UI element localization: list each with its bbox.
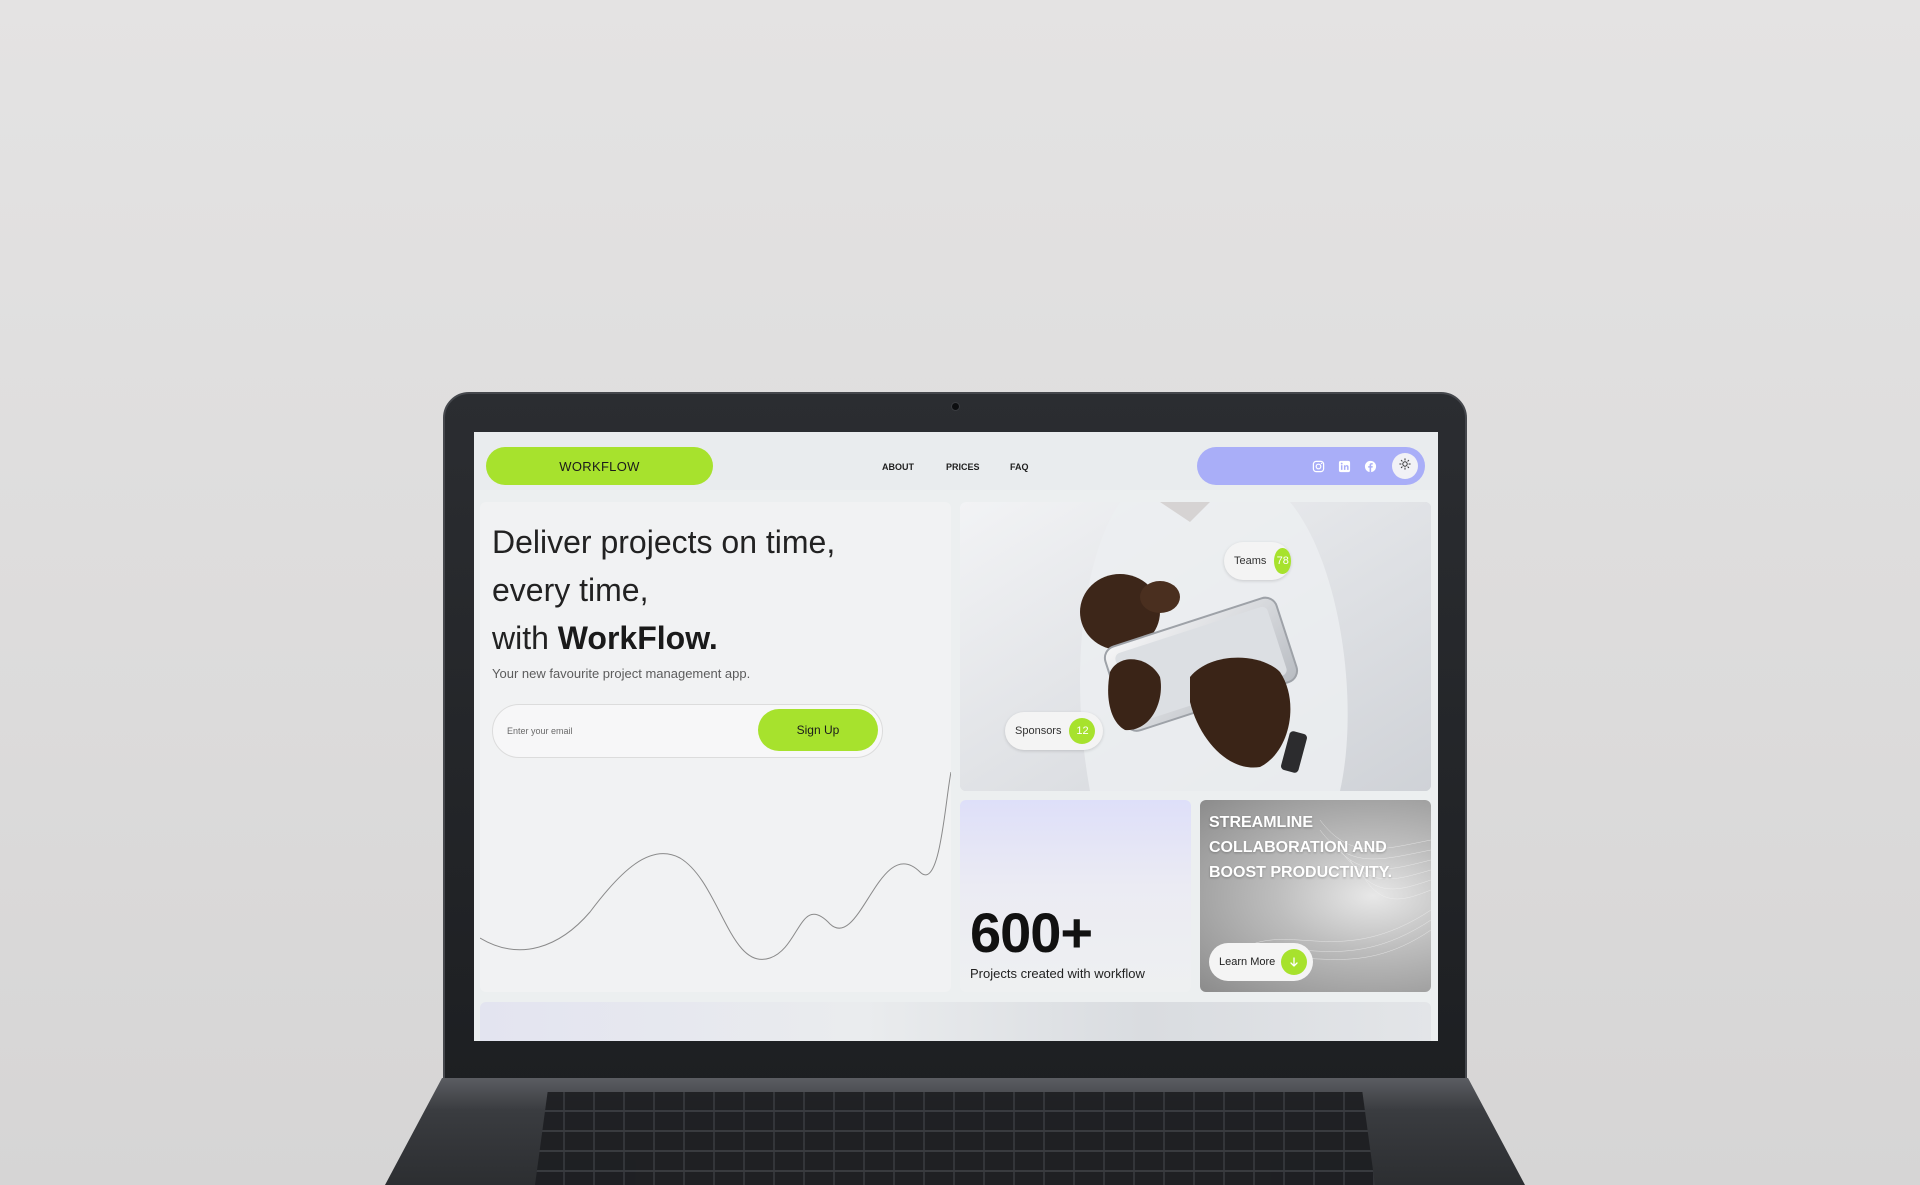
signup-button[interactable]: Sign Up [758,709,878,751]
hero-title-with: with [492,620,549,656]
hero-title: Deliver projects on time, every time, wi… [492,518,932,662]
hero-title-line1: Deliver projects on time, [492,524,836,560]
sponsors-count: 12 [1069,718,1096,744]
facebook-icon[interactable] [1363,459,1377,473]
keyboard-row [535,1170,1375,1172]
keyboard [535,1092,1375,1185]
hero-brand: WorkFlow. [557,620,718,656]
hero-card: Deliver projects on time, every time, wi… [480,502,951,992]
teams-count: 78 [1274,548,1291,574]
learn-more-label: Learn More [1219,956,1276,968]
webcam [952,403,959,410]
sponsors-tag: Sponsors 12 [1005,712,1103,750]
hero-title-line3: with WorkFlow. [492,614,932,662]
instagram-icon[interactable] [1311,459,1325,473]
keyboard-row [535,1150,1375,1152]
arrow-down-icon [1281,949,1308,975]
projects-label: Projects created with workflow [970,966,1145,981]
hero-photo: Teams 78 Sponsors 12 [960,502,1431,791]
social-links [1197,447,1425,485]
navbar: WORKFLOW ABOUT PRICES FAQ [474,432,1438,490]
nav-link-faq[interactable]: FAQ [1010,462,1029,472]
promo-headline: STREAMLINE COLLABORATION AND BOOST PRODU… [1209,814,1393,881]
promo-card: STREAMLINE COLLABORATION AND BOOST PRODU… [1200,800,1431,992]
email-input[interactable] [507,719,737,743]
teams-tag: Teams 78 [1224,542,1291,580]
nav-link-prices[interactable]: PRICES [946,462,980,472]
stats-card: 600+ Projects created with workflow [960,800,1191,992]
laptop-screen: WORKFLOW ABOUT PRICES FAQ Deliver projec… [474,432,1438,1041]
theme-toggle-button[interactable] [1392,453,1418,479]
signup-form: Sign Up [492,704,883,758]
logo-text: WORKFLOW [559,458,640,474]
keyboard-row [535,1110,1375,1112]
learn-more-button[interactable]: Learn More [1209,943,1313,981]
sponsors-label: Sponsors [1015,725,1062,737]
projects-count: 600+ [970,901,1093,964]
next-section-preview [480,1002,1431,1041]
keyboard-row [535,1130,1375,1132]
sun-icon [1399,457,1411,475]
teams-label: Teams [1234,555,1267,567]
decorative-wave-line [480,772,951,960]
nav-link-about[interactable]: ABOUT [882,462,914,472]
hero-subtitle: Your new favourite project management ap… [492,666,751,681]
logo-button[interactable]: WORKFLOW [486,447,713,485]
linkedin-icon[interactable] [1337,459,1351,473]
hero-title-line2: every time, [492,572,649,608]
